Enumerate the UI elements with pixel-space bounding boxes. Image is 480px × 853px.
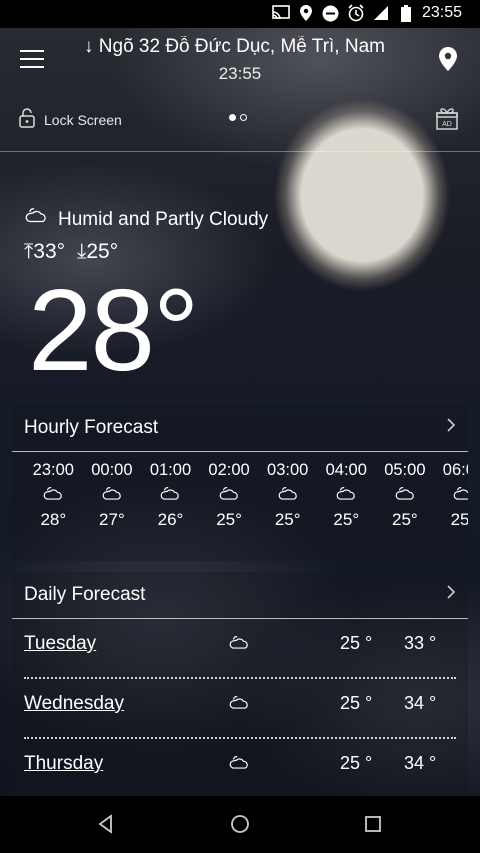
hour-temp: 25° xyxy=(274,510,301,529)
partly-cloudy-night-icon xyxy=(376,482,435,508)
location-title[interactable]: ↓ Ngõ 32 Đỗ Đức Dục, Mễ Trì, Nam xyxy=(84,36,394,58)
hour-temp: 27° xyxy=(99,510,125,529)
cast-icon xyxy=(272,4,290,22)
hour-temp: 25° xyxy=(216,510,242,529)
hour-temp: 25° xyxy=(392,510,418,529)
partly-cloudy-night-icon xyxy=(24,207,48,233)
arrow-down-icon: ⤓ xyxy=(77,240,87,263)
hourly-item: 00:00 27° xyxy=(83,461,142,530)
day-name[interactable]: Wednesday xyxy=(24,693,124,715)
hour-time: 04:00 xyxy=(325,461,367,479)
hour-time: 03:00 xyxy=(267,461,309,479)
partly-cloudy-night-icon xyxy=(228,695,250,718)
map-pin-icon[interactable] xyxy=(438,46,458,77)
day-high: 34 ° xyxy=(404,693,437,713)
padlock-icon xyxy=(18,108,36,131)
arrow-up-icon: ⤒ xyxy=(24,240,34,263)
partly-cloudy-night-icon xyxy=(200,482,259,508)
day-low: 25 ° xyxy=(340,633,373,653)
header: ↓ Ngõ 32 Đỗ Đức Dục, Mễ Trì, Nam 23:55 L… xyxy=(0,28,480,152)
status-bar: 23:55 xyxy=(0,0,480,28)
high-value: 33° xyxy=(33,240,66,263)
hour-temp: 25° xyxy=(450,510,468,529)
svg-text:AD: AD xyxy=(442,121,452,128)
partly-cloudy-night-icon xyxy=(317,482,376,508)
recent-apps-icon[interactable] xyxy=(364,815,382,838)
low-temp: ⤓25° xyxy=(77,240,118,264)
hourly-item: 04:00 25° xyxy=(317,461,376,530)
page-dot xyxy=(240,114,247,121)
hour-time: 23:00 xyxy=(32,461,74,479)
hour-time: 05:00 xyxy=(384,461,426,479)
day-low: 25 ° xyxy=(340,693,373,713)
chevron-right-icon xyxy=(446,417,456,439)
hourly-item: 06:00 25° xyxy=(434,461,468,530)
current-condition: Humid and Partly Cloudy xyxy=(24,207,268,233)
hour-time: 02:00 xyxy=(208,461,250,479)
daily-row[interactable]: Wednesday 25 ° 34 ° xyxy=(24,679,456,739)
alarm-icon xyxy=(347,4,365,22)
home-icon[interactable] xyxy=(229,813,251,840)
hourly-item: 02:00 25° xyxy=(200,461,259,530)
partly-cloudy-night-icon xyxy=(258,482,317,508)
high-low: ⤒33° ⤓25° xyxy=(24,240,118,264)
partly-cloudy-night-icon xyxy=(228,755,250,778)
page-dot-active xyxy=(229,114,236,121)
condition-text: Humid and Partly Cloudy xyxy=(58,209,269,230)
day-high: 33 ° xyxy=(404,633,437,653)
do-not-disturb-icon xyxy=(322,4,340,22)
hourly-forecast-panel[interactable]: Hourly Forecast 23:00 28° 00:00 27° 01:00 26°… xyxy=(12,405,468,561)
hourly-item: 05:00 25° xyxy=(376,461,435,530)
day-name[interactable]: Thursday xyxy=(24,753,103,775)
daily-title: Daily Forecast xyxy=(24,584,146,605)
hour-temp: 25° xyxy=(333,510,360,529)
low-value: 25° xyxy=(86,240,119,263)
navigation-bar xyxy=(0,796,480,853)
hour-temp: 28° xyxy=(40,510,67,529)
partly-cloudy-night-icon xyxy=(24,482,83,508)
location-time: 23:55 xyxy=(218,64,262,83)
header-divider xyxy=(0,151,480,152)
gift-ad-icon[interactable]: AD xyxy=(436,106,458,135)
current-temperature: 28° xyxy=(28,265,199,395)
hourly-header[interactable]: Hourly Forecast xyxy=(12,405,468,452)
hour-time: 01:00 xyxy=(149,461,192,479)
partly-cloudy-night-icon xyxy=(434,482,468,508)
hourly-item: 23:00 28° xyxy=(24,461,83,530)
daily-row[interactable]: Tuesday 25 ° 33 ° xyxy=(24,619,456,679)
hour-time: 06:00 xyxy=(442,461,468,479)
hour-temp: 26° xyxy=(157,510,184,529)
signal-icon xyxy=(372,4,390,22)
hourly-list[interactable]: 23:00 28° 00:00 27° 01:00 26° 02:00 25° 03:00 25°… xyxy=(24,461,468,530)
partly-cloudy-night-icon xyxy=(228,635,250,658)
location-icon xyxy=(297,4,315,22)
hourly-title: Hourly Forecast xyxy=(24,417,159,438)
status-time: 23:55 xyxy=(421,4,462,21)
daily-header[interactable]: Daily Forecast xyxy=(12,572,468,619)
day-high: 34 ° xyxy=(404,753,437,773)
daily-row[interactable]: Thursday 25 ° 34 ° xyxy=(24,739,456,797)
partly-cloudy-night-icon xyxy=(83,482,142,508)
hour-time: 00:00 xyxy=(91,461,133,479)
chevron-right-icon xyxy=(446,584,456,606)
lock-screen-button[interactable]: Lock Screen xyxy=(18,108,122,131)
lock-screen-label: Lock Screen xyxy=(44,111,122,128)
back-icon[interactable] xyxy=(96,814,116,839)
hourly-item: 01:00 26° xyxy=(141,461,200,530)
daily-forecast-panel[interactable]: Daily Forecast Tuesday 25 ° 33 ° Wednesday 2… xyxy=(12,572,468,798)
day-low: 25 ° xyxy=(340,753,373,773)
hourly-item: 03:00 25° xyxy=(258,461,317,530)
high-temp: ⤒33° xyxy=(24,240,65,264)
battery-icon xyxy=(397,4,415,22)
partly-cloudy-night-icon xyxy=(141,482,200,508)
daily-list: Tuesday 25 ° 33 ° Wednesday 25 ° 34 ° Thursday… xyxy=(12,619,468,797)
day-name[interactable]: Tuesday xyxy=(24,633,96,655)
page-indicator xyxy=(229,114,247,121)
